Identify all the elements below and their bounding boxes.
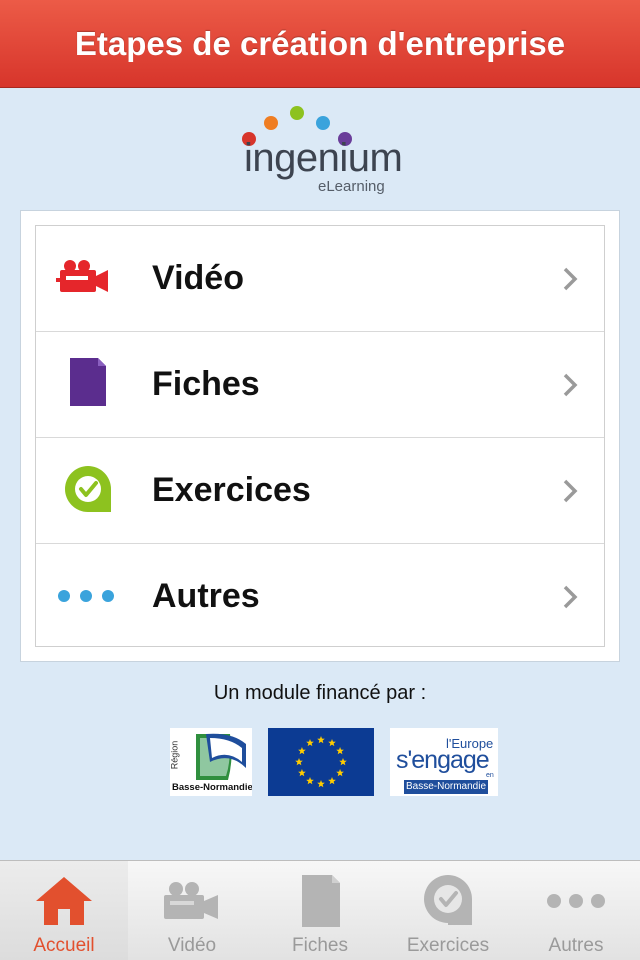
check-bubble-icon (416, 873, 480, 929)
tab-bar: Accueil Vidéo Fiches Exercices Autres (0, 860, 640, 960)
eu-star-icon (339, 758, 347, 766)
tab-fiches[interactable]: Fiches (256, 861, 384, 960)
tab-video[interactable]: Vidéo (128, 861, 256, 960)
video-camera-icon (56, 252, 120, 304)
check-bubble-icon (56, 464, 120, 516)
logo-wordmark: ingenium (244, 136, 403, 180)
chevron-right-icon (562, 372, 578, 398)
eu-star-icon (317, 736, 325, 744)
eu-star-icon (317, 780, 325, 788)
tab-label: Fiches (292, 935, 348, 956)
ingenium-logo: ingenium eLearning (240, 100, 410, 200)
chevron-right-icon (562, 584, 578, 610)
tab-label: Accueil (33, 935, 95, 956)
eu-star-icon (328, 777, 336, 785)
sponsor-europe-line2: s'engage (396, 746, 490, 774)
eu-star-icon (298, 769, 306, 777)
logo-dot-blue (316, 116, 330, 130)
sponsor-region-vertical: Région (170, 740, 180, 770)
eu-flag-logo (268, 728, 374, 796)
eu-star-icon (336, 769, 344, 777)
menu-list: Vidéo Fiches Exercices Autres (35, 225, 605, 647)
logo-dot-orange (264, 116, 278, 130)
menu-item-label: Autres (152, 576, 260, 615)
menu-item-label: Vidéo (152, 259, 244, 297)
home-icon (32, 873, 96, 929)
more-dots-icon (544, 873, 608, 929)
eu-star-icon (306, 777, 314, 785)
logo-subtitle: eLearning (318, 178, 385, 195)
tab-exercices[interactable]: Exercices (384, 861, 512, 960)
chevron-right-icon (562, 478, 578, 504)
tab-label: Vidéo (167, 935, 217, 956)
menu-item-label: Fiches (152, 365, 260, 403)
tab-autres[interactable]: Autres (512, 861, 640, 960)
menu-item-label: Exercices (152, 471, 311, 509)
menu-item-video[interactable]: Vidéo (36, 226, 604, 332)
funding-text: Un module financé par : (213, 682, 427, 704)
sponsor-europe-line4: Basse-Normandie (404, 780, 488, 794)
eu-star-icon (336, 747, 344, 755)
document-icon (288, 873, 352, 929)
sponsor-europe-engage-logo: l'Europe s'engage en Basse-Normandie (390, 728, 498, 796)
document-icon (56, 358, 120, 410)
menu-item-exercices[interactable]: Exercices (36, 438, 604, 544)
eu-star-icon (306, 738, 314, 747)
logo-dot-green (290, 106, 304, 120)
sponsor-region-logo: Région Basse-Normandie (170, 728, 252, 796)
sponsor-europe-line3: en (486, 772, 494, 779)
tab-accueil[interactable]: Accueil (0, 861, 128, 960)
nav-bar: Etapes de création d'entreprise (0, 0, 640, 88)
menu-item-fiches[interactable]: Fiches (36, 332, 604, 438)
menu-item-autres[interactable]: Autres (36, 544, 604, 648)
eu-star-icon (298, 747, 306, 755)
chevron-right-icon (562, 266, 578, 292)
tab-label: Autres (548, 935, 604, 956)
eu-star-icon (328, 738, 336, 747)
eu-star-icon (295, 758, 303, 766)
page-title: Etapes de création d'entreprise (74, 24, 566, 62)
tab-label: Exercices (406, 935, 490, 956)
menu-frame: Vidéo Fiches Exercices Autres (20, 210, 620, 662)
more-dots-icon (56, 570, 120, 622)
sponsor-region-caption: Basse-Normandie (172, 782, 252, 793)
video-camera-icon (160, 873, 224, 929)
